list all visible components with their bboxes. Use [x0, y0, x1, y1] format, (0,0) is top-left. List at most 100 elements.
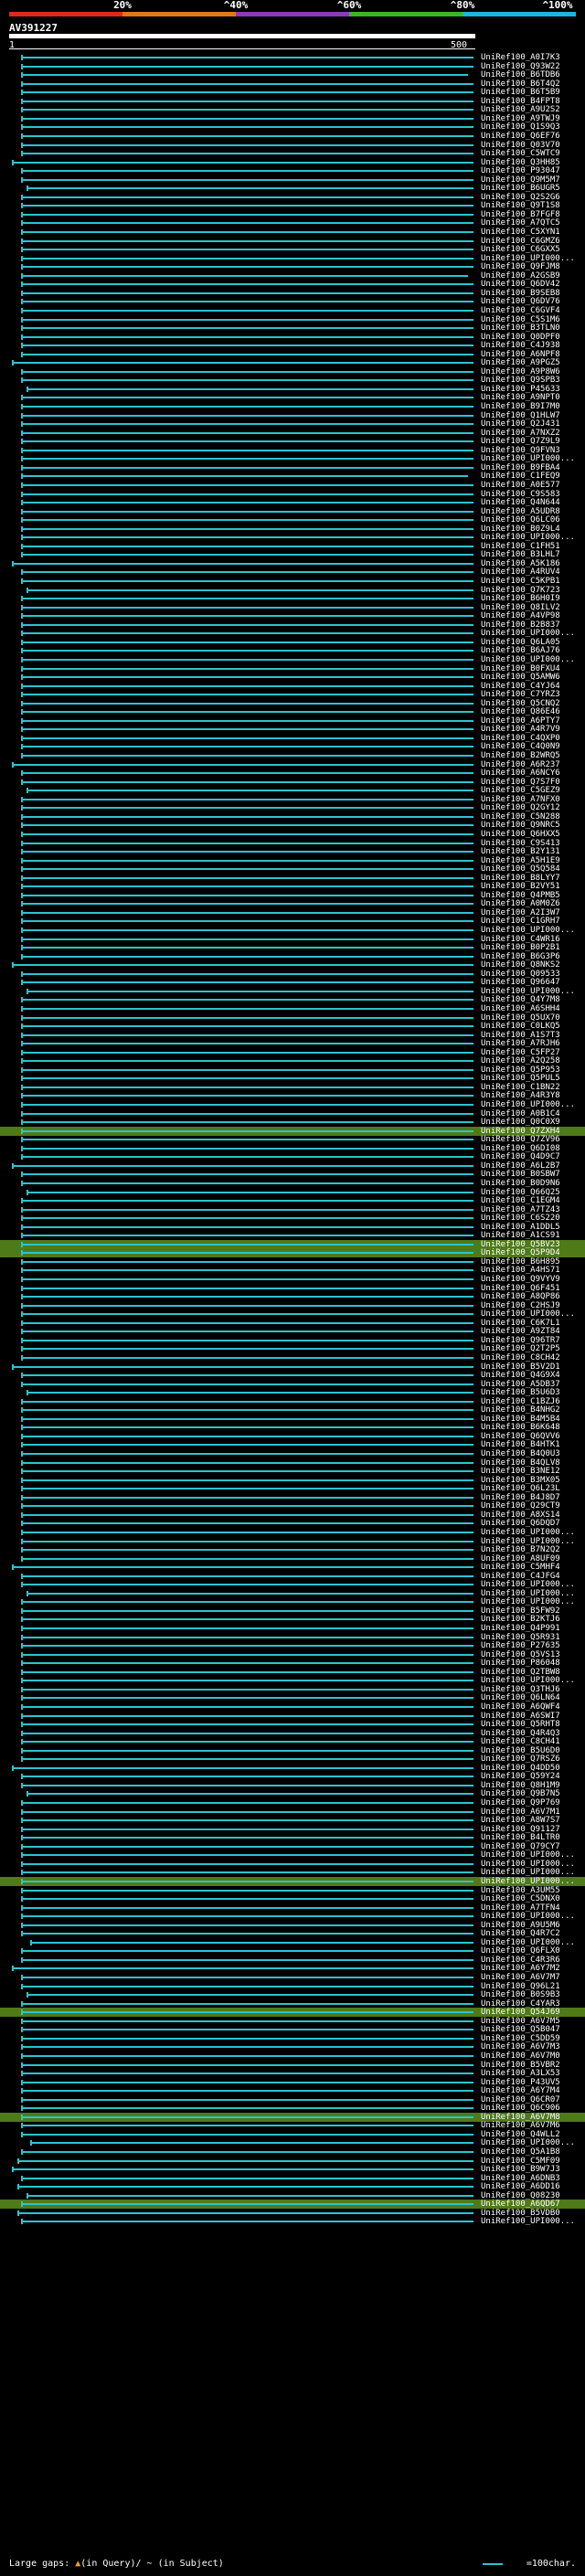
- hit-label[interactable]: UniRef100_A2Q258: [481, 1056, 585, 1065]
- hit-label[interactable]: UniRef100_Q5Q584: [481, 864, 585, 874]
- hit-row[interactable]: UniRef100_Q9VYV9: [0, 1275, 585, 1284]
- hit-row[interactable]: UniRef100_B6TDB6: [0, 70, 585, 80]
- hit-label[interactable]: UniRef100_Q5AMW6: [481, 673, 585, 682]
- hit-label[interactable]: UniRef100_Q9M5M7: [481, 175, 585, 185]
- hit-label[interactable]: UniRef100_Q6LN64: [481, 1693, 585, 1702]
- hit-row[interactable]: UniRef100_Q2S2G6: [0, 193, 585, 202]
- hit-row[interactable]: UniRef100_B3MX05: [0, 1476, 585, 1485]
- hit-label[interactable]: UniRef100_B5VBR2: [481, 2061, 585, 2070]
- hit-label[interactable]: UniRef100_P86048: [481, 1659, 585, 1668]
- hit-row[interactable]: UniRef100_A6SWI7: [0, 1712, 585, 1721]
- hit-label[interactable]: UniRef100_Q4P991: [481, 1624, 585, 1633]
- hit-label[interactable]: UniRef100_Q2TBW8: [481, 1668, 585, 1677]
- hit-row[interactable]: UniRef100_B9W7J3: [0, 2165, 585, 2174]
- hit-row[interactable]: UniRef100_Q5RHT8: [0, 1720, 585, 1729]
- hit-label[interactable]: UniRef100_B6T5B9: [481, 88, 585, 97]
- hit-label[interactable]: UniRef100_C5DD59: [481, 2034, 585, 2043]
- hit-label[interactable]: UniRef100_B0FXU4: [481, 664, 585, 673]
- hit-row[interactable]: UniRef100_UPI000...: [0, 533, 585, 542]
- hit-row[interactable]: UniRef100_Q6F451: [0, 1284, 585, 1293]
- hit-row[interactable]: UniRef100_A3LX53: [0, 2069, 585, 2078]
- hit-label[interactable]: UniRef100_A6Y7M4: [481, 2086, 585, 2095]
- hit-row[interactable]: UniRef100_B4M5B4: [0, 1415, 585, 1424]
- hit-label[interactable]: UniRef100_B6T4Q2: [481, 80, 585, 89]
- hit-row[interactable]: UniRef100_UPI000...: [0, 1589, 585, 1598]
- hit-label[interactable]: UniRef100_Q59Y24: [481, 1772, 585, 1781]
- hit-row[interactable]: UniRef100_UPI000...: [0, 1597, 585, 1606]
- hit-row[interactable]: UniRef100_Q9SPB3: [0, 376, 585, 385]
- hit-label[interactable]: UniRef100_C5GEZ9: [481, 786, 585, 795]
- hit-label[interactable]: UniRef100_C4J938: [481, 341, 585, 350]
- hit-row[interactable]: UniRef100_A6V7M7: [0, 1973, 585, 1982]
- hit-label[interactable]: UniRef100_A6V7M0: [481, 2051, 585, 2061]
- hit-label[interactable]: UniRef100_Q3HH85: [481, 158, 585, 167]
- hit-label[interactable]: UniRef100_Q4N644: [481, 498, 585, 507]
- hit-label[interactable]: UniRef100_A9U5M6: [481, 1921, 585, 1930]
- hit-label[interactable]: UniRef100_UPI000...: [481, 987, 585, 996]
- hit-row[interactable]: UniRef100_A2I3W7: [0, 908, 585, 917]
- hit-label[interactable]: UniRef100_C4QXP0: [481, 734, 585, 743]
- hit-label[interactable]: UniRef100_Q5B047: [481, 2025, 585, 2034]
- hit-row[interactable]: UniRef100_C4WR16: [0, 935, 585, 944]
- hit-label[interactable]: UniRef100_Q5P9D4: [481, 1248, 585, 1257]
- hit-row[interactable]: UniRef100_Q9M5M7: [0, 175, 585, 185]
- hit-row[interactable]: UniRef100_B4NHG2: [0, 1405, 585, 1415]
- hit-label[interactable]: UniRef100_UPI000...: [481, 1309, 585, 1319]
- hit-row[interactable]: UniRef100_B5U6D3: [0, 1388, 585, 1397]
- hit-label[interactable]: UniRef100_B6H0I9: [481, 594, 585, 603]
- hit-row[interactable]: UniRef100_UPI000...: [0, 1912, 585, 1921]
- hit-label[interactable]: UniRef100_B5U6D0: [481, 1746, 585, 1755]
- hit-row[interactable]: UniRef100_P45633: [0, 385, 585, 394]
- hit-label[interactable]: UniRef100_B3MX05: [481, 1476, 585, 1485]
- hit-label[interactable]: UniRef100_A1DDL5: [481, 1223, 585, 1232]
- hit-row[interactable]: UniRef100_P86048: [0, 1659, 585, 1668]
- hit-label[interactable]: UniRef100_A3LX53: [481, 2069, 585, 2078]
- hit-row[interactable]: UniRef100_Q96TR7: [0, 1336, 585, 1345]
- hit-label[interactable]: UniRef100_UPI000...: [481, 1938, 585, 1947]
- hit-row[interactable]: UniRef100_A3UM55: [0, 1886, 585, 1895]
- hit-row[interactable]: UniRef100_A9U2S2: [0, 105, 585, 114]
- hit-label[interactable]: UniRef100_A5H1E9: [481, 856, 585, 865]
- hit-label[interactable]: UniRef100_B4FPT8: [481, 97, 585, 106]
- hit-row[interactable]: UniRef100_Q1S9Q3: [0, 122, 585, 132]
- hit-row[interactable]: UniRef100_Q7ZXH4: [0, 1126, 585, 1136]
- hit-row[interactable]: UniRef100_C6GMZ6: [0, 237, 585, 246]
- hit-row[interactable]: UniRef100_A4RUV4: [0, 567, 585, 577]
- hit-row[interactable]: UniRef100_Q5P953: [0, 1065, 585, 1075]
- hit-row[interactable]: UniRef100_C6GXX5: [0, 245, 585, 254]
- hit-label[interactable]: UniRef100_C1FH51: [481, 542, 585, 551]
- hit-row[interactable]: UniRef100_B2WRQ5: [0, 751, 585, 760]
- hit-row[interactable]: UniRef100_A1DDL5: [0, 1223, 585, 1232]
- hit-row[interactable]: UniRef100_A0M0Z6: [0, 899, 585, 908]
- hit-label[interactable]: UniRef100_A6V7M6: [481, 2121, 585, 2130]
- hit-row[interactable]: UniRef100_Q54J69: [0, 2008, 585, 2018]
- hit-label[interactable]: UniRef100_Q6DV76: [481, 297, 585, 306]
- hit-label[interactable]: UniRef100_A6L2B7: [481, 1161, 585, 1171]
- hit-label[interactable]: UniRef100_Q66Q25: [481, 1188, 585, 1197]
- hit-label[interactable]: UniRef100_UPI000...: [481, 254, 585, 263]
- hit-label[interactable]: UniRef100_B4M5B4: [481, 1415, 585, 1424]
- hit-label[interactable]: UniRef100_UPI000...: [481, 2217, 585, 2226]
- hit-label[interactable]: UniRef100_B6AJ76: [481, 646, 585, 655]
- hit-label[interactable]: UniRef100_A5UDR8: [481, 507, 585, 516]
- hit-row[interactable]: UniRef100_A9PGZ5: [0, 358, 585, 367]
- hit-row[interactable]: UniRef100_C5FP27: [0, 1048, 585, 1057]
- hit-label[interactable]: UniRef100_Q2GY12: [481, 803, 585, 812]
- hit-row[interactable]: UniRef100_UPI000...: [0, 2217, 585, 2226]
- hit-row[interactable]: UniRef100_A2GSB9: [0, 271, 585, 281]
- hit-row[interactable]: UniRef100_C5MF09: [0, 2157, 585, 2166]
- hit-row[interactable]: UniRef100_A6Y7M4: [0, 2086, 585, 2095]
- hit-label[interactable]: UniRef100_Q4R7C2: [481, 1929, 585, 1938]
- hit-row[interactable]: UniRef100_C1GRH7: [0, 917, 585, 926]
- hit-label[interactable]: UniRef100_B7FGF8: [481, 210, 585, 219]
- hit-row[interactable]: UniRef100_Q59Y24: [0, 1772, 585, 1781]
- hit-label[interactable]: UniRef100_Q5CNQ2: [481, 699, 585, 708]
- hit-label[interactable]: UniRef100_B2Y131: [481, 847, 585, 856]
- hit-label[interactable]: UniRef100_UPI000...: [481, 926, 585, 935]
- hit-row[interactable]: UniRef100_C4R3R6: [0, 1956, 585, 1965]
- hit-label[interactable]: UniRef100_Q7Z9L9: [481, 437, 585, 446]
- hit-label[interactable]: UniRef100_A4VP98: [481, 611, 585, 620]
- hit-label[interactable]: UniRef100_A9PGZ5: [481, 358, 585, 367]
- hit-row[interactable]: UniRef100_Q6LN64: [0, 1693, 585, 1702]
- hit-row[interactable]: UniRef100_Q93W22: [0, 62, 585, 71]
